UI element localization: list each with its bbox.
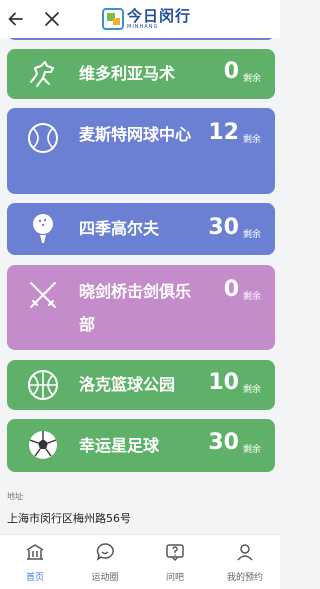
home-icon xyxy=(26,544,44,560)
venue-card[interactable]: 幸运星足球 30 剩余 xyxy=(7,419,275,472)
horse-icon xyxy=(23,54,63,94)
venue-unit: 剩余 xyxy=(242,230,261,240)
venue-unit: 剩余 xyxy=(242,385,261,395)
top-bar: 今日闵行 MINHANG xyxy=(0,0,280,38)
logo-subtitle: MINHANG xyxy=(127,23,159,30)
logo-title: 今日闵行 xyxy=(127,6,192,25)
nav-item-home[interactable]: 首页 xyxy=(0,535,70,589)
venue-card[interactable]: 晓剑桥击剑俱乐部 0 剩余 xyxy=(7,265,275,350)
fencing-icon xyxy=(23,275,63,315)
basketball-icon xyxy=(23,365,63,405)
venue-count: 0 xyxy=(223,277,239,302)
chat-bubble-icon xyxy=(96,543,114,561)
venue-name: 晓剑桥击剑俱乐部 xyxy=(79,282,192,334)
venue-name: 四季高尔夫 xyxy=(79,219,160,238)
close-icon[interactable] xyxy=(40,7,64,31)
back-arrow-icon[interactable] xyxy=(4,7,28,31)
user-icon xyxy=(237,544,253,561)
venue-count: 30 xyxy=(208,215,239,240)
logo-mark-icon xyxy=(102,8,124,30)
golf-ball-icon xyxy=(23,209,63,249)
venue-name: 幸运星足球 xyxy=(79,436,160,455)
venue-card[interactable]: 麦斯特网球中心 12 剩余 xyxy=(7,108,275,194)
venue-count: 10 xyxy=(208,370,239,395)
venue-unit: 剩余 xyxy=(242,445,261,455)
venue-name: 麦斯特网球中心 xyxy=(79,125,192,144)
address-value: 上海市闵行区梅州路56号 xyxy=(7,512,131,525)
nav-label: 运动圈 xyxy=(91,573,119,583)
nav-item-ask[interactable]: 问吧 xyxy=(140,535,210,589)
venue-card[interactable]: 四季高尔夫 30 剩余 xyxy=(7,203,275,255)
venue-name: 维多利亚马术 xyxy=(79,64,176,83)
venue-unit: 剩余 xyxy=(242,292,261,302)
nav-item-circle[interactable]: 运动圈 xyxy=(70,535,140,589)
tennis-ball-icon xyxy=(23,118,63,158)
venue-count: 0 xyxy=(223,59,239,84)
venue-count: 12 xyxy=(208,120,239,145)
venue-card[interactable]: 维多利亚马术 0 剩余 xyxy=(7,49,275,99)
nav-label: 我的预约 xyxy=(226,573,263,583)
venue-unit: 剩余 xyxy=(242,74,261,84)
app-logo: 今日闵行 MINHANG xyxy=(102,5,191,33)
nav-label: 问吧 xyxy=(165,573,184,583)
nav-item-my-booking[interactable]: 我的预约 xyxy=(210,535,280,589)
address-label: 地址 xyxy=(7,492,23,501)
venue-unit: 剩余 xyxy=(242,135,261,145)
venue-count: 30 xyxy=(208,430,239,455)
soccer-ball-icon xyxy=(23,425,63,465)
venue-card[interactable]: 洛克篮球公园 10 剩余 xyxy=(7,360,275,410)
venue-name: 洛克篮球公园 xyxy=(79,375,176,394)
nav-label: 首页 xyxy=(25,573,44,583)
bottom-nav: 首页 运动圈 问吧 我的预约 xyxy=(0,534,280,589)
question-icon xyxy=(166,544,184,561)
